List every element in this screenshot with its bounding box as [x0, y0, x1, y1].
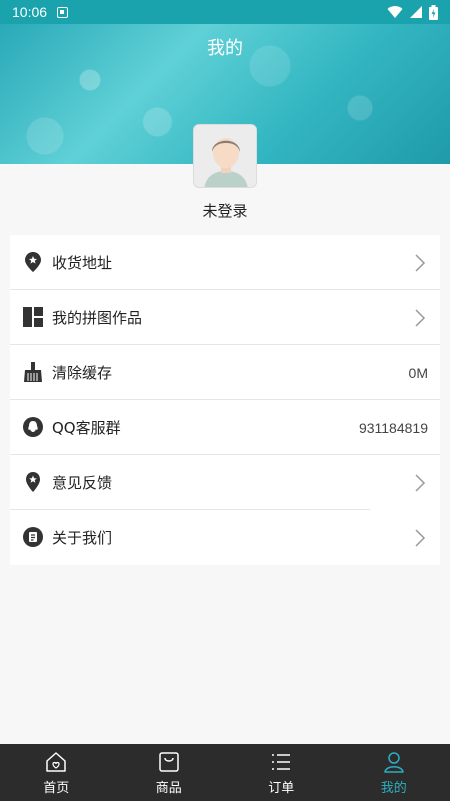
menu-item-label: 意见反馈	[52, 474, 113, 492]
menu-item-label: QQ客服群	[52, 419, 121, 437]
login-status-text[interactable]: 未登录	[0, 200, 450, 221]
menu-item-my-puzzles[interactable]: 我的拼图作品	[10, 290, 440, 345]
location-icon	[25, 252, 41, 272]
feedback-pin-icon	[26, 472, 40, 492]
page-title: 我的	[207, 38, 243, 59]
shopping-bag-icon	[159, 751, 179, 772]
menu-item-label: 清除缓存	[52, 364, 113, 382]
nav-home[interactable]: 首页	[0, 744, 113, 801]
list-icon	[272, 753, 291, 770]
nav-label: 首页	[43, 780, 70, 796]
wifi-icon	[387, 6, 403, 19]
menu-item-qq-group[interactable]: QQ客服群 931184819	[10, 400, 440, 455]
signal-icon	[410, 6, 422, 18]
chevron-right-icon	[415, 529, 426, 547]
nav-label: 商品	[155, 780, 182, 796]
menu-item-label: 我的拼图作品	[52, 309, 143, 327]
menu-item-clear-cache[interactable]: 清除缓存 0M	[10, 345, 440, 400]
nav-mine[interactable]: 我的	[338, 744, 450, 801]
avatar[interactable]	[193, 124, 257, 188]
menu-list: 收货地址 我的拼图作品 清除缓存 0M QQ客服群 931184819 意见反馈…	[10, 235, 440, 565]
qq-icon	[23, 417, 43, 437]
broom-icon	[24, 362, 42, 382]
status-bar: 10:06	[0, 0, 450, 24]
menu-item-label: 关于我们	[52, 529, 113, 547]
menu-item-feedback[interactable]: 意见反馈	[10, 455, 440, 510]
cache-size-value: 0M	[408, 364, 428, 381]
default-avatar-icon	[194, 125, 256, 187]
person-icon	[384, 751, 404, 773]
about-icon	[23, 527, 43, 547]
menu-item-about[interactable]: 关于我们	[10, 510, 440, 565]
battery-icon	[429, 4, 438, 20]
notification-icon	[57, 6, 69, 18]
menu-item-address[interactable]: 收货地址	[10, 235, 440, 290]
nav-products[interactable]: 商品	[113, 744, 226, 801]
nav-label: 订单	[268, 780, 295, 796]
chevron-right-icon	[415, 474, 426, 492]
bottom-nav: 首页 商品 订单 我的	[0, 744, 450, 801]
qq-group-number: 931184819	[358, 419, 428, 436]
nav-orders[interactable]: 订单	[225, 744, 338, 801]
chevron-right-icon	[415, 309, 426, 327]
menu-item-label: 收货地址	[52, 254, 113, 272]
home-icon	[46, 751, 66, 772]
status-time: 10:06	[12, 4, 48, 20]
nav-label: 我的	[380, 780, 407, 796]
chevron-right-icon	[415, 254, 426, 272]
puzzle-grid-icon	[23, 307, 43, 327]
